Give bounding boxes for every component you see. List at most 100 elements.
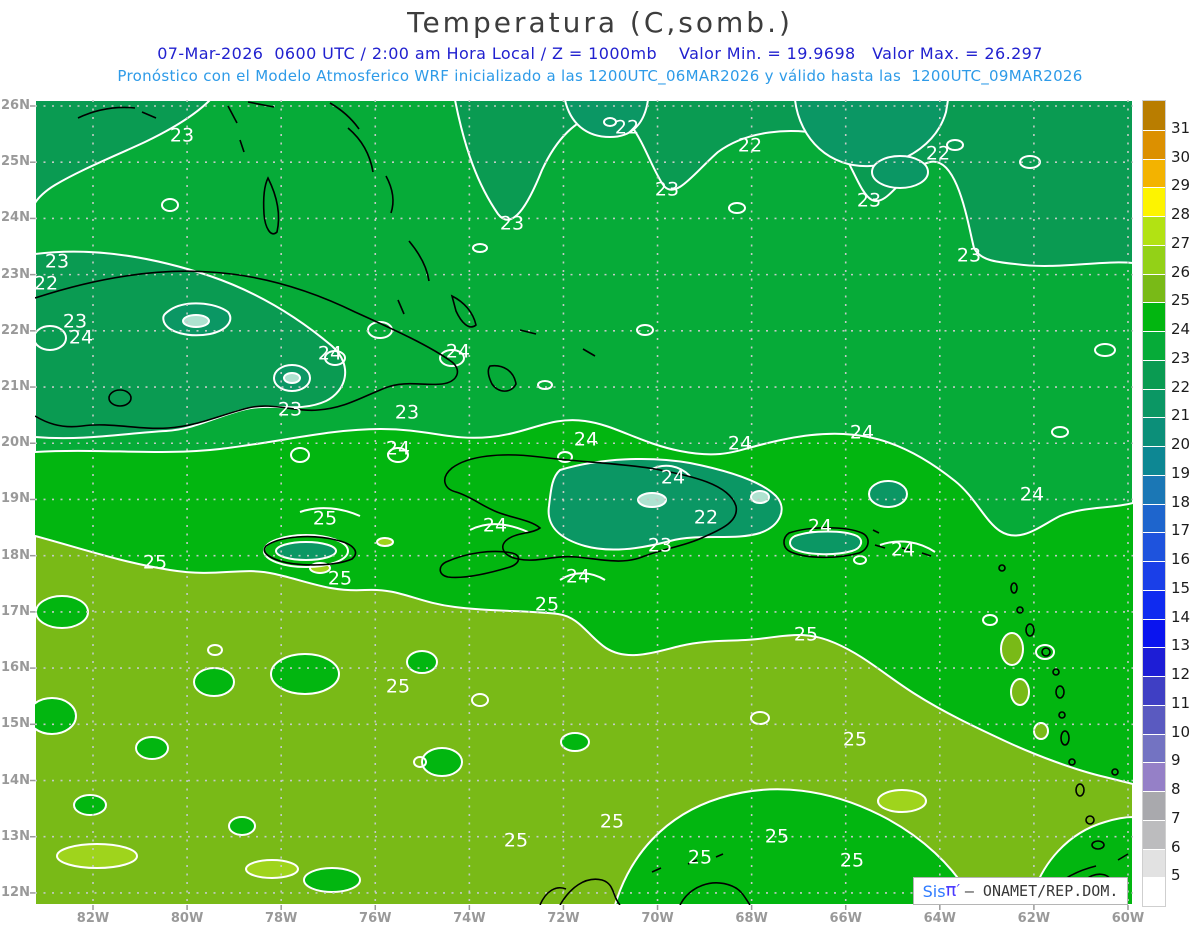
colorbar-tick-label: 22 [1171,377,1191,396]
colorbar-tick-label: 29 [1171,176,1191,195]
colorbar-segment [1143,302,1165,331]
lon-tick-label: 82W [76,911,110,926]
watermark-agency: — ONAMET/REP.DOM. [964,882,1119,900]
lat-tick-label: 17N [1,603,30,619]
colorbar-tick-label: 27 [1171,233,1191,252]
lat-tick-label: 20N [1,435,30,451]
colorbar-tick-label: 20 [1171,435,1191,453]
contour-label: 23 [856,189,882,212]
contour-label: 22 [33,272,59,295]
contour-label: 25 [687,846,713,869]
lat-tick-label: 21N [1,379,30,395]
lat-tick-label: 14N [1,772,30,788]
lon-tick-label: 72W [547,911,580,926]
lon-tick-label: 62W [1017,911,1051,926]
colorbar-segment [1143,589,1165,619]
contour-label: 23 [44,250,70,273]
colorbar-segment [1143,331,1165,360]
watermark-sis: Sis [922,881,946,901]
contour-label: 24 [849,421,875,444]
colorbar-tick-label: 30 [1171,147,1191,166]
colorbar-segment [1143,877,1165,906]
colorbar-tick-label: 9 [1171,751,1181,770]
colorbar-segment [1143,187,1165,216]
lon-tick-label: 66W [829,911,862,926]
colorbar-segment [1143,158,1165,188]
contour-label: 24 [727,432,753,455]
contour-label: 24 [1019,483,1045,506]
contour-label: 23 [277,398,303,421]
contour-label: 23 [956,244,982,267]
contour-label: 23 [654,178,680,201]
watermark-pi-accent: ´ [954,883,961,899]
contour-label: 24 [317,342,343,365]
colorbar-tick-label: 18 [1171,492,1191,511]
lat-tick-label: 26N [1,98,30,113]
contour-label: 24 [385,437,411,460]
colorbar-tick-label: 14 [1171,607,1191,626]
contour-label: 22 [925,142,951,165]
colorbar-segment [1143,101,1165,130]
colorbar-segment [1143,417,1165,446]
lon-tick-label: 78W [264,911,298,926]
colorbar-tick-label: 12 [1171,665,1191,683]
contour-label: 25 [312,507,338,530]
lon-tick-label: 68W [735,911,768,926]
colorbar-segment [1143,532,1165,561]
lat-tick-label: 25N [1,154,30,170]
colorbar-tick-label: 16 [1171,550,1191,568]
contour-label: 23 [169,124,195,147]
colorbar-segment [1143,474,1165,504]
lat-tick-label: 18N [1,547,30,563]
colorbar-tick-label: 26 [1171,262,1191,281]
colorbar-tick-label: 17 [1171,521,1191,540]
contour-label: 25 [764,825,790,848]
lon-tick-label: 74W [453,911,486,926]
colorbar-segment [1143,359,1165,389]
colorbar-tick-label: 10 [1171,722,1191,741]
contour-label: 24 [660,466,686,489]
lat-tick-label: 15N [1,716,30,732]
lon-tick-label: 76W [359,911,392,926]
colorbar-segment [1143,618,1165,648]
colorbar-segment [1143,733,1165,763]
lat-tick-label: 24N [1,210,30,226]
contour-label: 24 [890,538,916,561]
weather-map-figure: Temperatura (C,somb.) 07-Mar-2026 0600 U… [0,0,1200,927]
colorbar-segment [1143,819,1165,849]
colorbar-tick-label: 19 [1171,463,1191,482]
colorbar-tick-label: 23 [1171,348,1191,367]
colorbar-tick-label: 31 [1171,118,1191,137]
watermark-box: Sis π ´ — ONAMET/REP.DOM. [913,877,1128,905]
contour-label: 25 [839,849,865,872]
contour-label: 25 [599,810,625,833]
colorbar-segment [1143,704,1165,734]
lat-tick-label: 12N [1,884,30,900]
lon-tick-label: 70W [641,911,674,926]
colorbar-segment [1143,791,1165,820]
lat-tick-label: 22N [1,322,30,338]
lon-tick-label: 80W [170,911,204,926]
contour-label: 24 [573,428,599,451]
colorbar-segment [1143,129,1165,159]
colorbar-tick-label: 7 [1171,808,1181,827]
colorbar-segment [1143,244,1165,274]
contour-label: 22 [693,506,719,529]
contour-label: 25 [327,567,353,590]
colorbar-segment [1143,446,1165,475]
colorbar-segment [1143,273,1165,303]
colorbar-tick-label: 8 [1171,780,1181,798]
contour-label: 25 [793,623,819,646]
lat-tick-label: 16N [1,660,30,676]
contour-label: 22 [737,134,763,157]
lon-tick-label: 64W [923,911,957,926]
lon-tick-label: 60W [1111,911,1145,926]
contour-label: 24 [807,515,833,538]
contour-label: 24 [445,340,471,363]
colorbar-segment [1143,503,1165,533]
colorbar-segment [1143,388,1165,418]
colorbar-tick-label: 11 [1171,693,1191,712]
colorbar-segment [1143,561,1165,590]
lat-tick-label: 19N [1,491,30,507]
contour-label: 25 [842,728,868,751]
